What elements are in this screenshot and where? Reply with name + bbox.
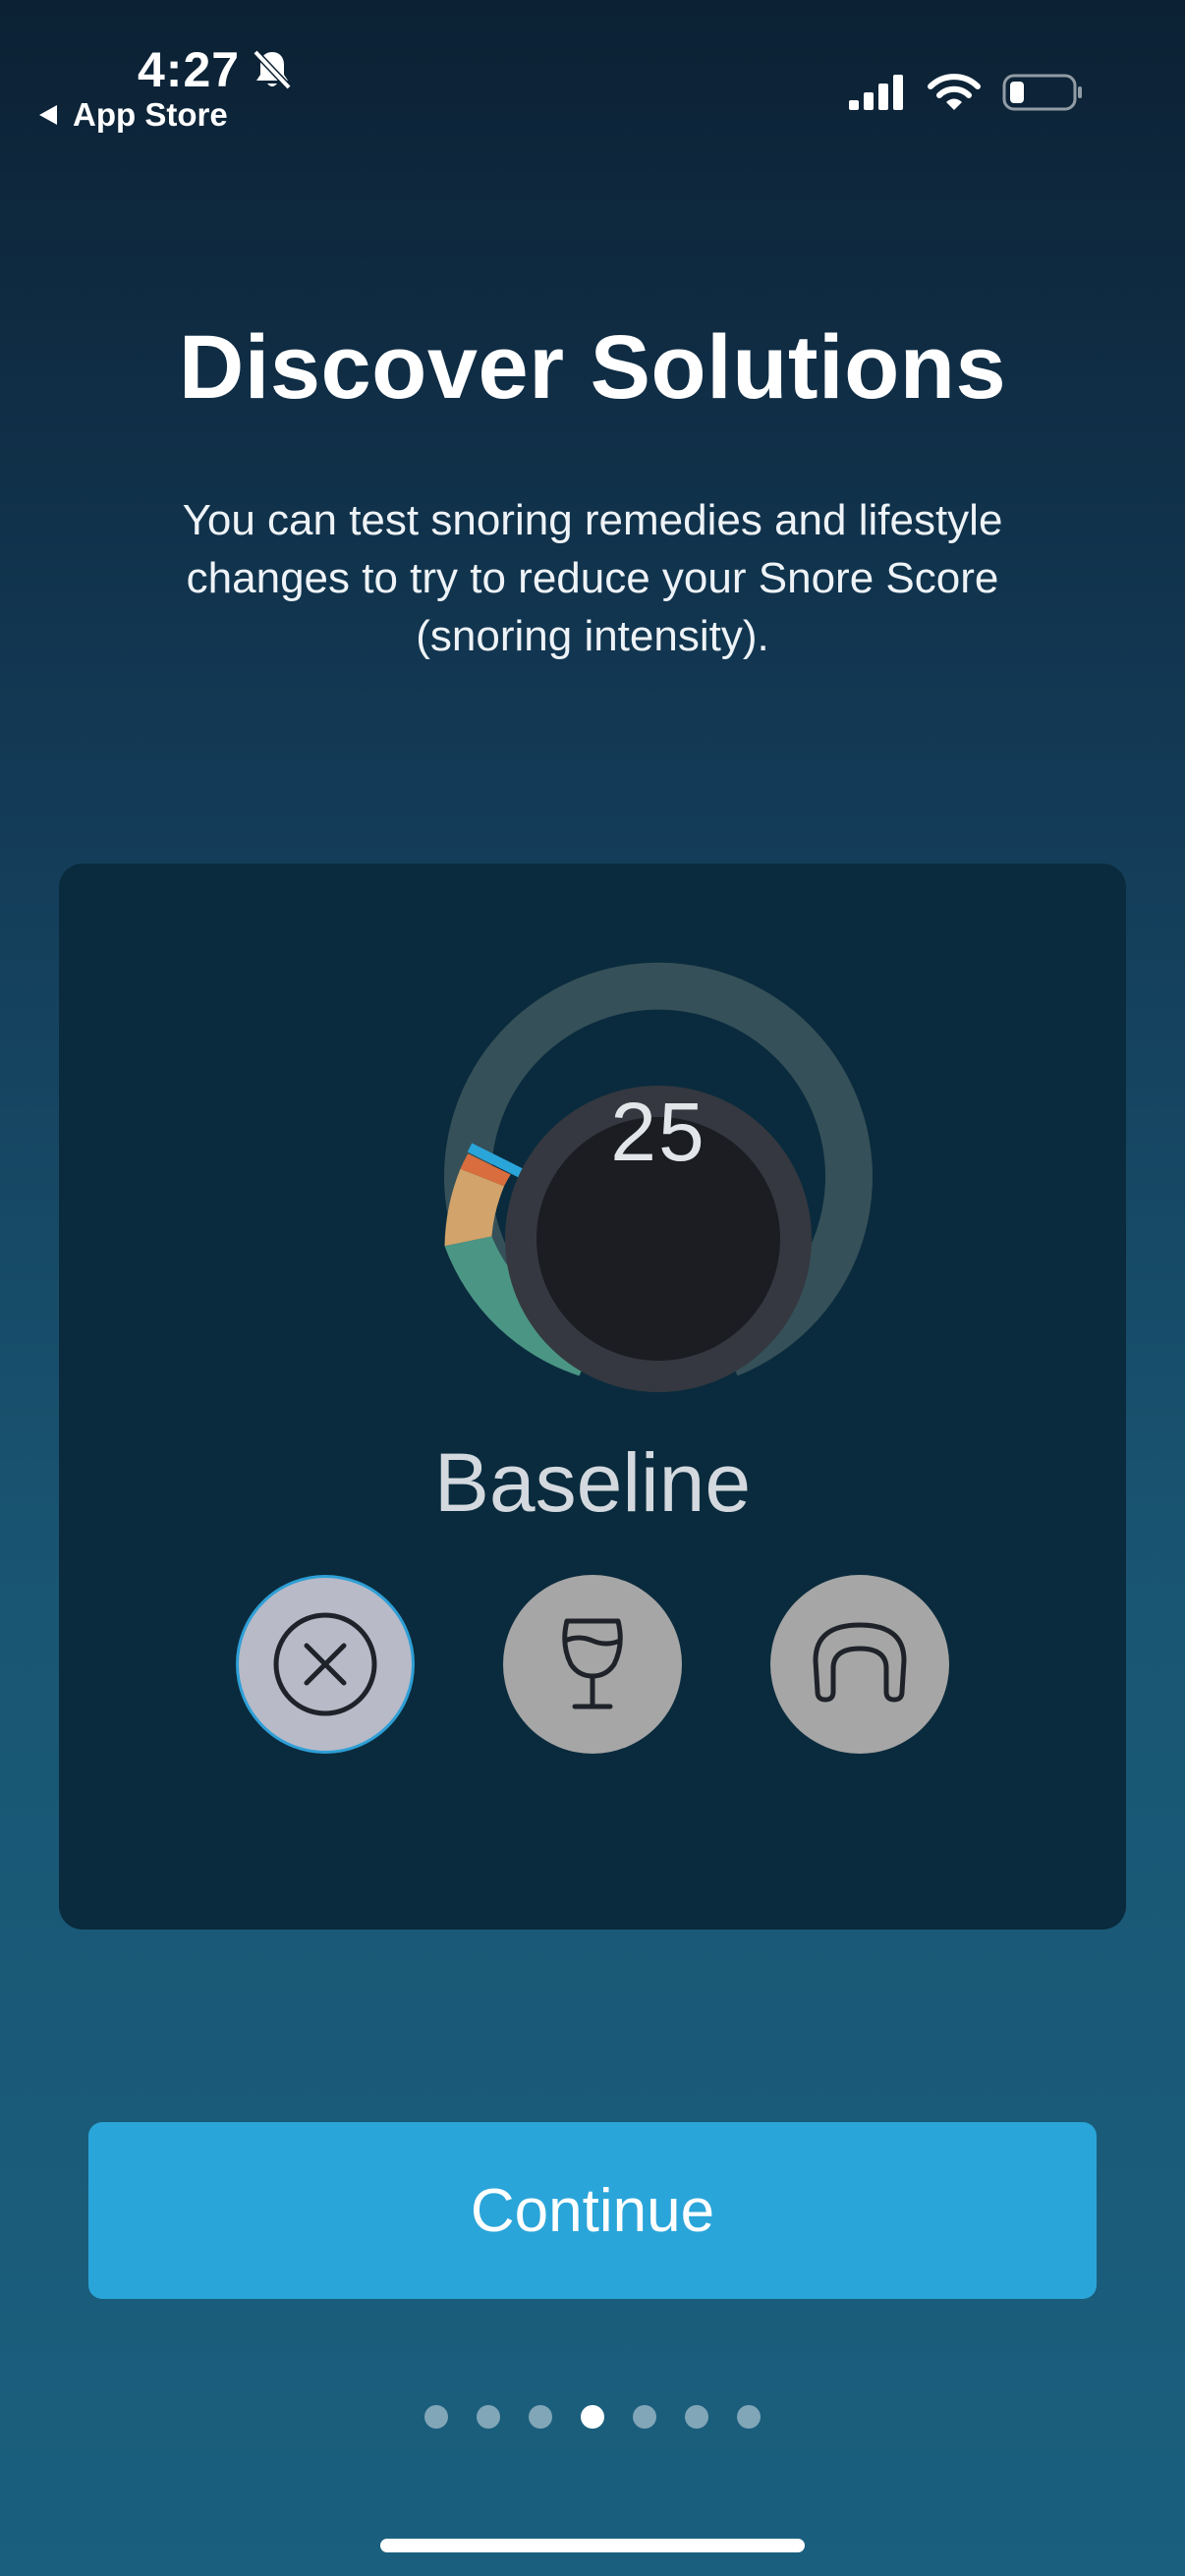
remedy-label: Baseline bbox=[433, 1436, 752, 1529]
status-indicators bbox=[847, 73, 1085, 112]
back-triangle-icon bbox=[39, 105, 57, 125]
page-subtitle: You can test snoring remedies and lifest… bbox=[182, 496, 1003, 660]
page-dot[interactable] bbox=[633, 2405, 656, 2429]
page-indicator bbox=[0, 2405, 1185, 2429]
snore-score-card: 25 Baseline bbox=[59, 864, 1126, 1930]
snore-score-value: 25 bbox=[610, 1086, 706, 1178]
time-text: 4:27 bbox=[138, 42, 241, 97]
page-title: Discover Solutions bbox=[178, 317, 1007, 418]
back-label: App Store bbox=[73, 96, 228, 133]
close-circle-icon bbox=[273, 1612, 377, 1716]
cellular-signal-icon bbox=[849, 75, 903, 110]
wine-glass-icon bbox=[562, 1618, 623, 1709]
home-indicator[interactable] bbox=[380, 2539, 805, 2552]
page-dot[interactable] bbox=[737, 2405, 761, 2429]
status-bar-time: 4:27 bbox=[138, 41, 293, 98]
remedy-alcohol-button[interactable] bbox=[503, 1575, 682, 1754]
back-to-app-store[interactable]: App Store bbox=[37, 96, 228, 134]
remedy-baseline-button[interactable] bbox=[236, 1575, 415, 1754]
continue-button[interactable]: Continue bbox=[88, 2122, 1097, 2299]
bell-muted-icon bbox=[253, 49, 292, 90]
page-dot[interactable] bbox=[685, 2405, 708, 2429]
page-dot-active[interactable] bbox=[581, 2405, 604, 2429]
battery-icon bbox=[1002, 74, 1082, 111]
mouthguard-icon bbox=[813, 1622, 907, 1703]
remedy-mouthguard-button[interactable] bbox=[770, 1575, 949, 1754]
page-dot[interactable] bbox=[424, 2405, 448, 2429]
wifi-icon bbox=[928, 74, 981, 110]
page-dot[interactable] bbox=[529, 2405, 552, 2429]
page-dot[interactable] bbox=[477, 2405, 500, 2429]
